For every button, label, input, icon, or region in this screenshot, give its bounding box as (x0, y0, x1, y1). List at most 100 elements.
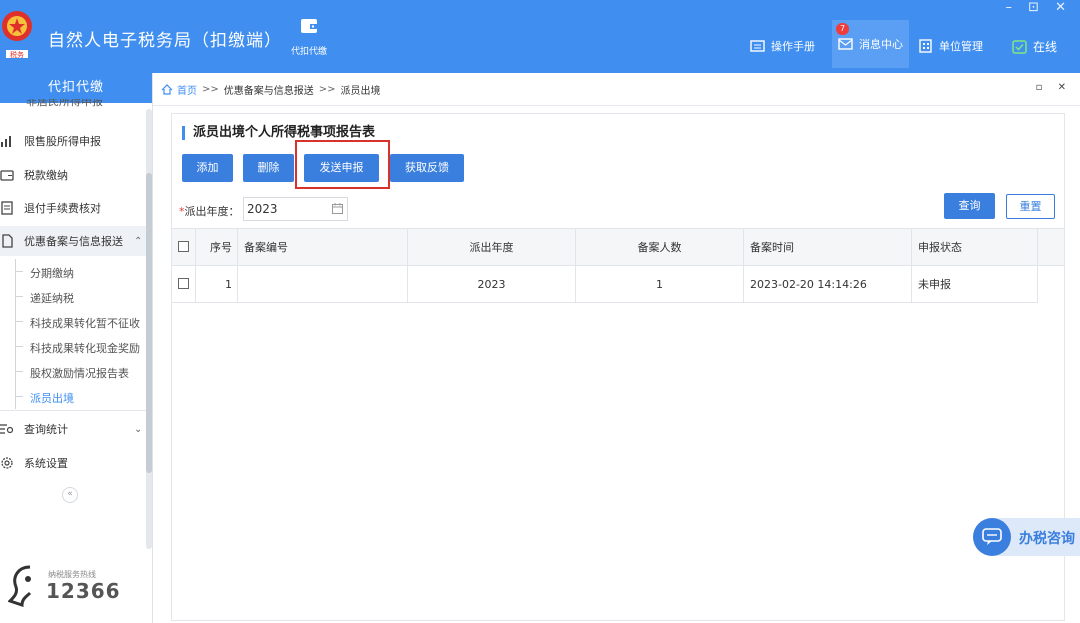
year-filter-value: 2023 (247, 202, 278, 216)
consult-label: 办税咨询 (1019, 531, 1075, 547)
collapse-sidebar-button[interactable]: « (62, 487, 78, 503)
sidebar-item-fee-check[interactable]: 退付手续费核对 (0, 193, 148, 223)
select-all-checkbox[interactable] (178, 241, 189, 252)
app-title: 自然人电子税务局（扣缴端） (48, 31, 282, 51)
mail-icon (838, 38, 853, 50)
reset-button[interactable]: 重置 (1006, 194, 1055, 219)
get-feedback-button[interactable]: 获取反馈 (390, 154, 464, 182)
tab-withholding[interactable]: 代扣代缴 (280, 16, 338, 57)
search-list-icon (0, 424, 14, 434)
national-emblem-icon: 税务 (2, 11, 32, 59)
sidebar: 代扣代缴 非居民所得申报 限售股所得申报 税款缴纳 退付手续费核对 优惠备案与信… (0, 73, 153, 623)
tab-window-controls[interactable]: ▫ ✕ (1036, 82, 1072, 93)
sidebar-divider (0, 410, 146, 411)
building-icon (919, 39, 932, 53)
doc-icon (2, 234, 13, 248)
sidebar-item-restricted-shares[interactable]: 限售股所得申报 (0, 126, 148, 156)
manual-label: 操作手册 (771, 40, 815, 53)
chevron-up-icon: ⌃ (134, 235, 143, 247)
online-check-icon (1012, 39, 1027, 54)
row-checkbox[interactable] (178, 278, 189, 289)
year-filter-label-text: 派出年度： (184, 205, 240, 218)
column-header: 备案时间 (744, 229, 912, 266)
data-table: 序号 备案编号 派出年度 备案人数 备案时间 申报状态 1 2023 1 202… (172, 228, 1064, 303)
delete-button[interactable]: 删除 (243, 154, 294, 182)
headset-icon (8, 565, 32, 607)
online-label: 在线 (1033, 40, 1058, 54)
sidebar-subitem-deferred[interactable]: 递延纳税 (0, 284, 148, 309)
sidebar-item-label: 退付手续费核对 (24, 202, 101, 215)
subitem-label: 股权激励情况报告表 (30, 367, 129, 380)
message-center-label: 消息中心 (859, 38, 903, 51)
row-checkbox-cell (172, 266, 196, 303)
sidebar-item-label: 系统设置 (24, 457, 68, 470)
message-center-button[interactable]: 7 消息中心 (832, 20, 909, 68)
wallet-tab-icon (301, 19, 318, 33)
breadcrumb-home[interactable]: 首页 (161, 82, 197, 97)
cell-record-no (238, 266, 408, 303)
subitem-label: 科技成果转化现金奖励 (30, 342, 140, 355)
cell-count: 1 (576, 266, 744, 303)
chart-icon (1, 136, 11, 147)
subitem-label: 派员出境 (30, 392, 74, 405)
sidebar-item-nonresident[interactable]: 非居民所得申报 (26, 99, 103, 109)
main-panel: 派员出境个人所得税事项报告表 添加 删除 发送申报 获取反馈 *派出年度： 20… (171, 113, 1065, 621)
sidebar-item-preferential-filing[interactable]: 优惠备案与信息报送 ⌃ (0, 226, 148, 256)
breadcrumb-separator: >> (318, 83, 336, 95)
sidebar-subitem-tech-cash[interactable]: 科技成果转化现金奖励 (0, 334, 148, 359)
column-header: 备案人数 (576, 229, 744, 266)
hotline: 纳税服务热线 12366 (8, 561, 128, 611)
sidebar-item-label: 优惠备案与信息报送 (24, 235, 123, 248)
consult-float-button[interactable]: 办税咨询 (973, 518, 1080, 556)
manual-button[interactable]: 操作手册 (750, 38, 815, 54)
column-header: 派出年度 (408, 229, 576, 266)
sidebar-subitem-installment[interactable]: 分期缴纳 (0, 259, 148, 284)
breadcrumb-home-label: 首页 (177, 85, 197, 97)
sidebar-item-label: 税款缴纳 (24, 169, 68, 182)
hotline-number: 12366 (46, 579, 121, 603)
sidebar-scrollbar-thumb[interactable] (146, 173, 152, 473)
sidebar-item-settings[interactable]: 系统设置 (0, 448, 148, 478)
column-header: 申报状态 (912, 229, 1038, 266)
cell-seq: 1 (196, 266, 238, 303)
org-management-label: 单位管理 (939, 40, 983, 53)
cell-status: 未申报 (912, 266, 1038, 303)
receipt-icon (1, 201, 13, 215)
cell-time: 2023-02-20 14:14:26 (744, 266, 912, 303)
online-status[interactable]: 在线 (1012, 38, 1057, 55)
svg-text:税务: 税务 (10, 50, 24, 59)
window-controls[interactable]: – ⊡ ✕ (1005, 0, 1072, 15)
gear-icon (1, 457, 13, 469)
highlight-box (295, 140, 390, 189)
column-header: 备案编号 (238, 229, 408, 266)
add-button[interactable]: 添加 (182, 154, 233, 182)
sidebar-item-query-stats[interactable]: 查询统计 ⌄ (0, 414, 148, 444)
breadcrumb-separator: >> (202, 83, 219, 95)
header-checkbox-cell (172, 229, 196, 266)
cell-year: 2023 (408, 266, 576, 303)
page-title: 派员出境个人所得税事项报告表 (182, 126, 375, 140)
chevron-down-icon: ⌄ (134, 423, 143, 435)
sidebar-subitem-outbound[interactable]: 派员出境 (0, 384, 148, 409)
query-button[interactable]: 查询 (944, 193, 995, 219)
breadcrumb-level1[interactable]: 优惠备案与信息报送 (224, 82, 314, 97)
manual-icon (750, 40, 765, 52)
subitem-label: 分期缴纳 (30, 267, 74, 280)
tab-withholding-label: 代扣代缴 (290, 47, 327, 57)
sidebar-item-tax-payment[interactable]: 税款缴纳 (0, 160, 148, 190)
home-icon (161, 83, 173, 95)
wallet-icon (0, 170, 14, 181)
subitem-label: 科技成果转化暂不征收 (30, 317, 140, 330)
sidebar-subitem-equity[interactable]: 股权激励情况报告表 (0, 359, 148, 384)
breadcrumb-current: 派员出境 (340, 85, 381, 97)
sidebar-item-label: 限售股所得申报 (24, 135, 101, 148)
title-bar: 税务 自然人电子税务局（扣缴端） 代扣代缴 – ⊡ ✕ 操作手册 7 消息中心 … (0, 0, 1080, 73)
year-filter-input[interactable]: 2023 (243, 197, 348, 221)
column-header: 序号 (196, 229, 238, 266)
message-badge: 7 (836, 23, 850, 35)
table-row[interactable]: 1 2023 1 2023-02-20 14:14:26 未申报 (172, 266, 1064, 303)
chat-icon (973, 518, 1011, 556)
calendar-icon[interactable] (332, 203, 343, 214)
sidebar-subitem-tech-exempt[interactable]: 科技成果转化暂不征收 (0, 309, 148, 334)
org-management-button[interactable]: 单位管理 (918, 38, 983, 54)
